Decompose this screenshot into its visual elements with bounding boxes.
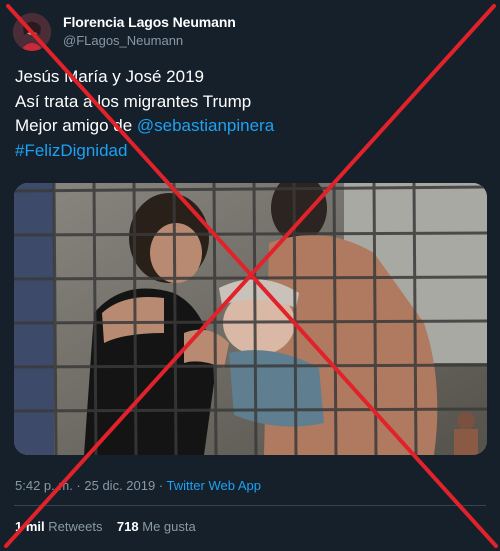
meta-separator: · [72,478,85,493]
retweets-count[interactable]: 1 mil [15,519,45,534]
tweet-text: Jesús María y José 2019 Así trata a los … [15,65,485,163]
mention-link[interactable]: @sebastianpinera [137,116,274,135]
retweets-label[interactable]: Retweets [48,519,102,534]
likes-label[interactable]: Me gusta [142,519,195,534]
tweet-meta: 5:42 p. m. · 25 dic. 2019 · Twitter Web … [15,478,261,493]
divider [14,505,486,506]
hashtag-link[interactable]: #FelizDignidad [15,141,127,160]
likes-count[interactable]: 718 [117,519,139,534]
tweet-line-1: Jesús María y José 2019 [15,67,204,86]
author-display-name[interactable]: Florencia Lagos Neumann [63,14,236,30]
avatar[interactable] [13,13,51,51]
tweet-photo[interactable] [14,183,487,455]
tweet-date[interactable]: 25 dic. 2019 [84,478,155,493]
tweet-line-2: Así trata a los migrantes Trump [15,91,252,111]
tweet-line-3-text: Mejor amigo de [15,116,137,135]
tweet-stats: 1 mil Retweets 718 Me gusta [15,519,196,534]
meta-separator: · [155,478,167,493]
tweet-card: Florencia Lagos Neumann @FLagos_Neumann … [0,0,500,551]
tweet-source-app[interactable]: Twitter Web App [167,478,261,493]
tweet-line-3: Mejor amigo de @sebastianpinera [15,114,485,139]
author-handle[interactable]: @FLagos_Neumann [63,33,183,48]
tweet-time[interactable]: 5:42 p. m. [15,478,73,493]
